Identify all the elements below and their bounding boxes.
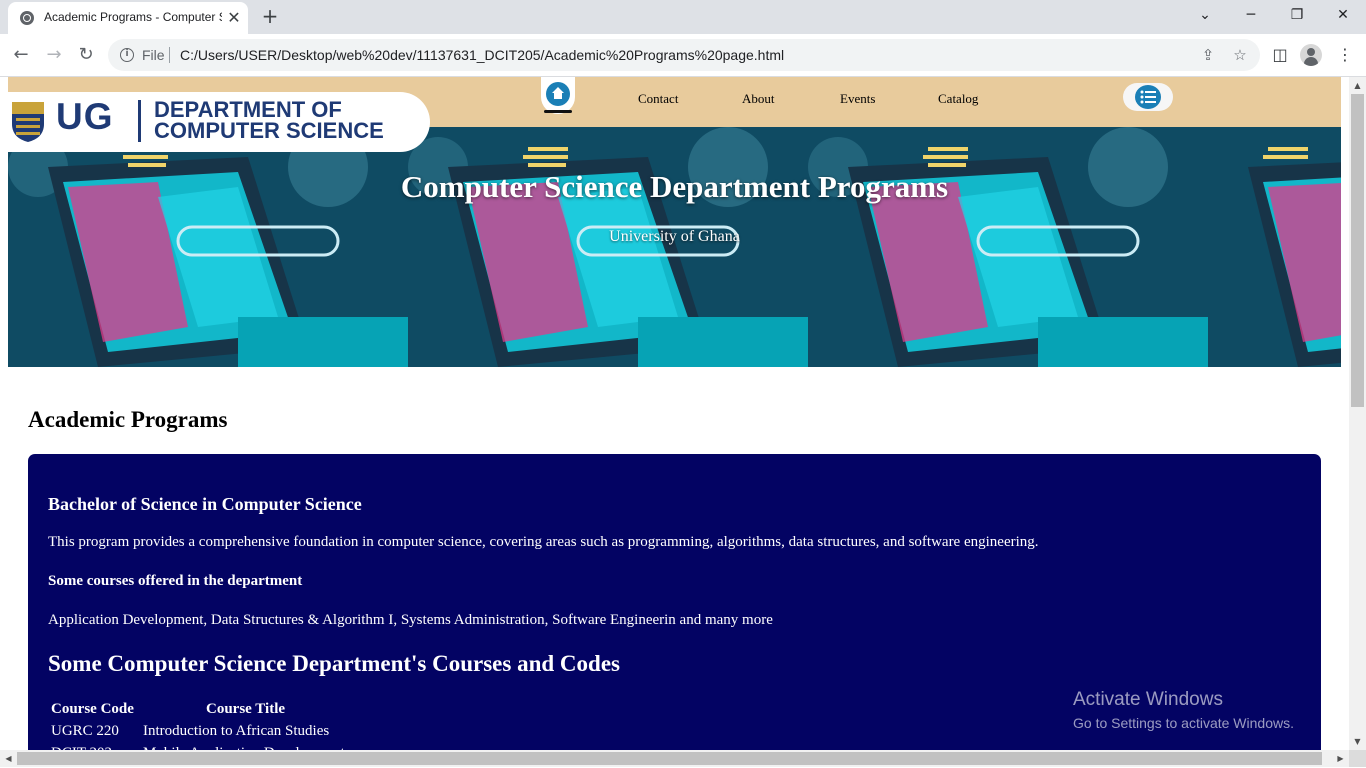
new-tab-button[interactable]: + xyxy=(258,4,282,28)
logo-department-name: DEPARTMENT OF COMPUTER SCIENCE xyxy=(154,97,384,143)
logo-divider xyxy=(138,100,141,142)
nav-link-about[interactable]: About xyxy=(742,91,775,107)
scroll-down-icon[interactable]: ▼ xyxy=(1349,733,1366,750)
logo-abbreviation: UG xyxy=(56,96,114,137)
table-row: DCIT 202 Mobile Application Development xyxy=(48,742,348,751)
program-description: This program provides a comprehensive fo… xyxy=(48,534,1039,550)
program-title: Bachelor of Science in Computer Science xyxy=(48,494,362,514)
watermark-subtitle: Go to Settings to activate Windows. xyxy=(1073,715,1294,731)
tab-title: Academic Programs - Computer Science xyxy=(44,10,222,24)
tab-search-button[interactable]: ⌄ xyxy=(1193,4,1217,26)
close-tab-icon[interactable]: ✕ xyxy=(226,8,242,28)
scroll-left-icon[interactable]: ◀ xyxy=(0,750,17,767)
browser-tab[interactable]: Academic Programs - Computer Science ✕ xyxy=(8,2,248,34)
vertical-scroll-thumb[interactable] xyxy=(1351,94,1364,407)
table-row: UGRC 220 Introduction to African Studies xyxy=(48,720,348,742)
page-viewport: Contact About Events Catalog Computer Sc… xyxy=(0,77,1349,750)
more-menu-icon[interactable]: ⋮ xyxy=(1333,43,1357,67)
scroll-right-icon[interactable]: ▶ xyxy=(1332,750,1349,767)
horizontal-scrollbar[interactable]: ◀ ▶ xyxy=(0,750,1349,767)
hero-image-tile xyxy=(8,127,408,367)
browser-toolbar: ← → ↻ i File C:/Users/USER/Desktop/web%2… xyxy=(0,34,1366,77)
restore-button[interactable]: ❐ xyxy=(1285,4,1309,26)
courses-offered-label: Some courses offered in the department xyxy=(48,573,303,589)
nav-link-contact[interactable]: Contact xyxy=(638,91,678,107)
list-menu-icon xyxy=(1140,90,1156,104)
vertical-scrollbar[interactable]: ▲ ▼ xyxy=(1349,77,1366,750)
share-icon[interactable]: ⇪ xyxy=(1198,45,1218,65)
course-code: UGRC 220 xyxy=(51,722,119,739)
profile-icon[interactable] xyxy=(1300,44,1322,66)
forward-button[interactable]: → xyxy=(41,42,67,68)
back-button[interactable]: ← xyxy=(8,42,34,68)
courses-heading: Some Computer Science Department's Cours… xyxy=(48,651,620,676)
column-header-code: Course Code xyxy=(51,700,134,717)
hero-title: Computer Science Department Programs xyxy=(400,169,949,204)
scroll-up-icon[interactable]: ▲ xyxy=(1349,77,1366,94)
address-bar[interactable]: i File C:/Users/USER/Desktop/web%20dev/1… xyxy=(108,39,1260,71)
course-table: Course Code Course Title UGRC 220 Introd… xyxy=(48,698,348,751)
url-text[interactable]: C:/Users/USER/Desktop/web%20dev/11137631… xyxy=(180,47,784,63)
hero-image-tile xyxy=(408,127,808,367)
nav-link-catalog[interactable]: Catalog xyxy=(938,91,978,107)
logo-line-2: COMPUTER SCIENCE xyxy=(154,118,384,143)
table-header-row: Course Code Course Title xyxy=(48,698,348,720)
hero-image-tile xyxy=(808,127,1208,367)
nav-link-events[interactable]: Events xyxy=(840,91,875,107)
column-header-title: Course Title xyxy=(206,700,286,717)
side-panel-icon[interactable]: ◫ xyxy=(1268,43,1292,67)
menu-button[interactable] xyxy=(1123,83,1173,111)
section-heading: Academic Programs xyxy=(28,407,228,432)
home-icon xyxy=(552,87,564,99)
hero-subtitle: University of Ghana xyxy=(609,228,740,245)
bookmark-star-icon[interactable]: ☆ xyxy=(1230,45,1250,65)
globe-icon xyxy=(20,11,34,25)
scheme-label: File xyxy=(142,47,165,63)
home-button[interactable] xyxy=(541,77,575,114)
hero-banner: Computer Science Department Programs Uni… xyxy=(8,127,1341,367)
university-crest-icon xyxy=(12,102,44,142)
logo-line-1: DEPARTMENT OF xyxy=(154,97,342,122)
course-code: DCIT 202 xyxy=(48,742,140,751)
watermark-title: Activate Windows xyxy=(1073,689,1223,710)
address-divider xyxy=(169,47,170,63)
close-window-button[interactable]: ✕ xyxy=(1331,4,1355,26)
activation-watermark: Activate Windows Go to Settings to activ… xyxy=(1073,689,1294,731)
minimize-button[interactable]: ─ xyxy=(1239,4,1263,26)
tab-strip: Academic Programs - Computer Science ✕ +… xyxy=(0,0,1366,34)
info-icon[interactable]: i xyxy=(120,48,134,62)
course-title: Mobile Application Development xyxy=(140,742,348,751)
course-title: Introduction to African Studies xyxy=(143,722,330,739)
horizontal-scroll-thumb[interactable] xyxy=(17,752,1322,765)
scrollbar-corner xyxy=(1349,750,1366,767)
courses-offered-list: Application Development, Data Structures… xyxy=(48,612,773,628)
reload-button[interactable]: ↻ xyxy=(73,42,99,68)
hero-image-tile xyxy=(1208,127,1341,367)
site-logo[interactable]: UG DEPARTMENT OF COMPUTER SCIENCE xyxy=(0,92,430,152)
